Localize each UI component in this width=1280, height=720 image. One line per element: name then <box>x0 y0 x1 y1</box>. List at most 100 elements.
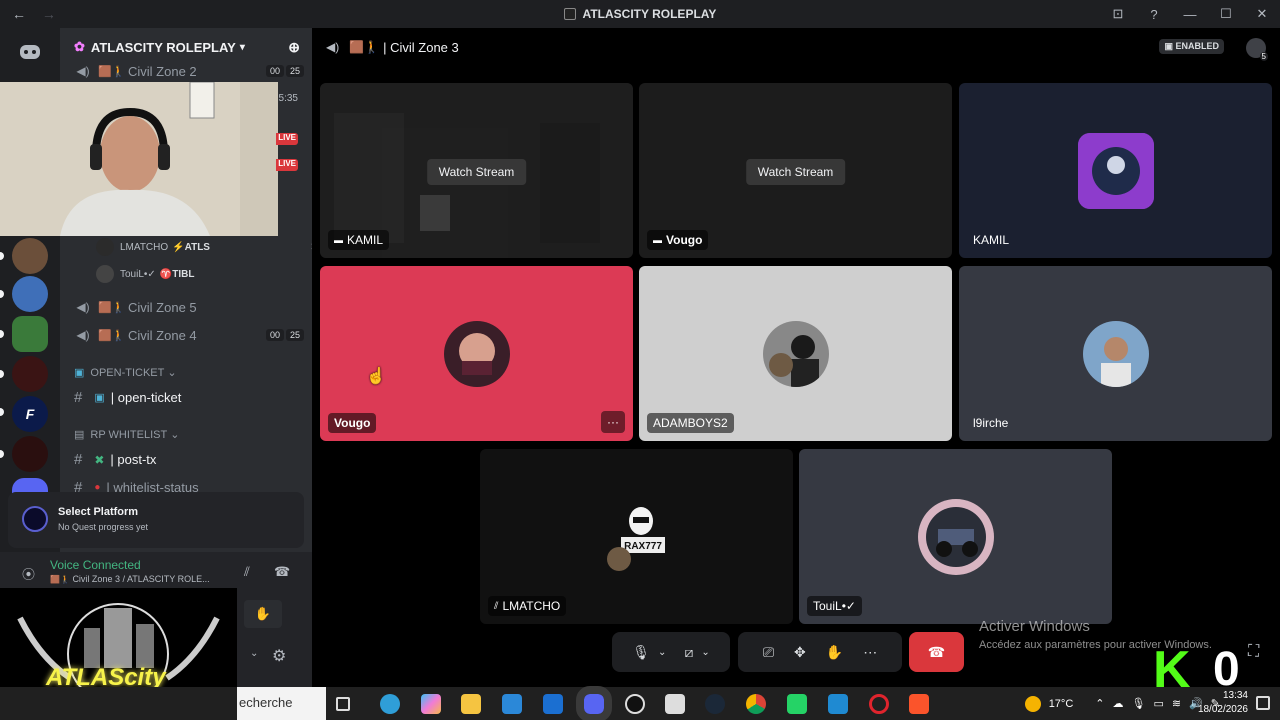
help-icon[interactable]: ? <box>1136 7 1172 22</box>
edge-icon[interactable] <box>380 694 400 714</box>
maximize-button[interactable]: ☐ <box>1208 6 1244 22</box>
participant-tile-kamil[interactable]: KAMIL <box>959 83 1272 258</box>
participant-tile-vougo[interactable]: Vougo ··· <box>320 266 633 441</box>
window-title: ATLASCITY ROLEPLAY <box>0 7 1280 21</box>
server-icon-red-logo-2[interactable] <box>12 436 48 472</box>
server-unread-dot <box>0 290 4 298</box>
stream-tile-kamil[interactable]: Watch Stream ▬ KAMIL <box>320 83 633 258</box>
participant-tile-adamboys2[interactable]: ADAMBOYS2 <box>639 266 952 441</box>
server-icon-bleach[interactable] <box>12 316 48 352</box>
voice-channel[interactable]: 🟫🚶 Civil Zone 3 / ATLASCITY ROLE... <box>50 574 210 584</box>
channel-emoji-icon: ✖ <box>94 452 105 467</box>
participant-tile-lmatcho[interactable]: RAX777 ⫽ LMATCHO <box>480 449 793 624</box>
file-explorer-icon[interactable] <box>461 694 481 714</box>
count-limit: 25 <box>285 329 304 341</box>
channel-civil-zone-2[interactable]: ◀) 🟫🚶 Civil Zone 2 00 25 <box>74 58 304 84</box>
chevron-up-icon[interactable]: ⌃ <box>1095 697 1104 710</box>
tile-label: l9irche <box>967 413 1014 433</box>
inbox-window-icon[interactable]: ⊡ <box>1100 6 1136 22</box>
channel-civil-zone-5[interactable]: ◀) 🟫🚶 Civil Zone 5 <box>74 294 304 320</box>
windows-taskbar: echerche 17°C ⌃ ☁ 🎙 ▭ ≋ 🔊 ✎ 13:34 18/02/… <box>0 686 1280 720</box>
minimize-button[interactable]: — <box>1172 7 1208 22</box>
participant-tile-l9irche[interactable]: l9irche <box>959 266 1272 441</box>
disconnect-icon[interactable]: ☎ <box>274 564 290 580</box>
mic-tray-icon[interactable]: 🎙 <box>1131 697 1145 710</box>
enabled-badge[interactable]: ▣ ENABLED <box>1159 39 1224 54</box>
more-icon[interactable]: ⋯ <box>863 644 877 661</box>
channel-label: Civil Zone 4 <box>128 327 197 343</box>
taskbar-search[interactable]: echerche <box>237 687 326 720</box>
channel-civil-zone-4[interactable]: ◀) 🟫🚶 Civil Zone 4 00 25 <box>74 322 304 348</box>
settings-gear-icon[interactable]: ⚙ <box>272 646 286 666</box>
clock-time: 13:34 <box>1222 690 1248 701</box>
soundboard-icon[interactable]: ✋ <box>826 644 843 661</box>
discord-home-icon[interactable] <box>12 34 48 70</box>
wifi-icon[interactable]: ≋ <box>1172 697 1181 710</box>
voice-status[interactable]: Voice Connected <box>50 558 141 572</box>
microphone-icon[interactable]: 🎙 <box>632 644 650 661</box>
opera-icon[interactable] <box>869 694 889 714</box>
battery-icon[interactable]: ▭ <box>1153 697 1163 710</box>
taskbar-clock[interactable]: 13:34 18/02/2026 <box>1198 689 1248 717</box>
disconnect-button[interactable]: ☎ <box>909 632 964 672</box>
channel-emoji-icon: 🟫🚶 <box>98 301 126 314</box>
speaker-icon: ◀) <box>76 64 90 78</box>
more-options-button[interactable]: ··· <box>601 411 625 433</box>
chevron-down-icon[interactable]: ⌄ <box>250 648 258 659</box>
screen-share-icon[interactable]: ⎚ <box>763 644 774 661</box>
whatsapp-icon[interactable] <box>787 694 807 714</box>
screen-share-icon: ▬ <box>653 235 662 245</box>
server-icon-red-logo[interactable] <box>12 356 48 392</box>
quest-card[interactable]: Select Platform No Quest progress yet <box>8 492 304 548</box>
voice-channel-label: Civil Zone 3 / ATLASCITY ROLE... <box>72 574 210 584</box>
watch-stream-button[interactable]: Watch Stream <box>745 159 846 185</box>
screen-share-icon: ▬ <box>334 235 343 245</box>
participant-tile-touil[interactable]: TouiL•✓ <box>799 449 1112 624</box>
avatar <box>762 320 829 387</box>
svg-text:RAX777: RAX777 <box>624 541 662 552</box>
copilot-icon[interactable] <box>421 694 441 714</box>
stream-tile-vougo[interactable]: Watch Stream ▬ Vougo <box>639 83 952 258</box>
close-button[interactable]: ✕ <box>1244 6 1280 22</box>
activity-controls: ⎚ ✥ ✋ ⋯ <box>738 632 902 672</box>
task-view-icon[interactable] <box>336 697 350 711</box>
window-controls: ⊡ ? — ☐ ✕ <box>1100 0 1280 28</box>
weather-temp[interactable]: 17°C <box>1049 698 1074 710</box>
chevron-down-icon[interactable]: ⌄ <box>658 647 666 658</box>
channel-post-tx[interactable]: # ✖ | post-tx <box>74 451 156 468</box>
category-open-ticket[interactable]: ▣ OPEN-TICKET ⌄ <box>74 366 177 380</box>
chevron-down-icon[interactable]: ⌄ <box>701 647 709 658</box>
brave-icon[interactable] <box>909 694 929 714</box>
noise-suppression-icon[interactable]: ⫽ <box>244 564 250 580</box>
notifications-icon[interactable] <box>1256 696 1270 710</box>
watch-stream-button[interactable]: Watch Stream <box>426 159 527 185</box>
store-icon[interactable] <box>502 694 522 714</box>
obs-icon[interactable] <box>625 694 645 714</box>
invite-icon[interactable]: ⊕ <box>288 39 300 56</box>
voice-user-touil[interactable]: TouiL•✓ ♈TIBL <box>96 265 194 283</box>
activities-icon[interactable]: ✥ <box>794 644 806 661</box>
onedrive-icon[interactable]: ☁ <box>1112 697 1123 710</box>
tile-label: TouiL•✓ <box>807 596 862 616</box>
chrome-icon[interactable] <box>746 694 766 714</box>
count-limit: 25 <box>285 65 304 77</box>
server-icon-avatar-1[interactable] <box>12 238 48 274</box>
members-button[interactable]: 5 <box>1246 38 1268 61</box>
soundboard-button[interactable]: ✋ <box>244 600 282 628</box>
category-rp-whitelist[interactable]: ▤ RP WHITELIST ⌄ <box>74 428 179 442</box>
discord-taskbar-icon[interactable] <box>576 686 612 720</box>
server-icon-f[interactable]: F <box>12 396 48 432</box>
weather-icon[interactable] <box>1024 695 1041 712</box>
camera-off-icon[interactable]: ⧄ <box>684 644 693 661</box>
outlook-icon[interactable] <box>543 694 563 714</box>
quest-title: Select Platform <box>58 506 139 518</box>
channel-open-ticket[interactable]: # ▣ | open-ticket <box>74 389 181 406</box>
server-icon-avatar-2[interactable] <box>12 276 48 312</box>
channel-label: Civil Zone 5 <box>128 299 197 315</box>
steam-icon[interactable] <box>705 694 725 714</box>
voice-user-lmatcho[interactable]: LMATCHO ⚡ATLS ✕ <box>96 238 312 256</box>
avatar-image <box>443 320 510 387</box>
tile-label: KAMIL <box>967 230 1015 250</box>
app-icon-window[interactable] <box>665 694 685 714</box>
vscode-icon[interactable] <box>828 694 848 714</box>
